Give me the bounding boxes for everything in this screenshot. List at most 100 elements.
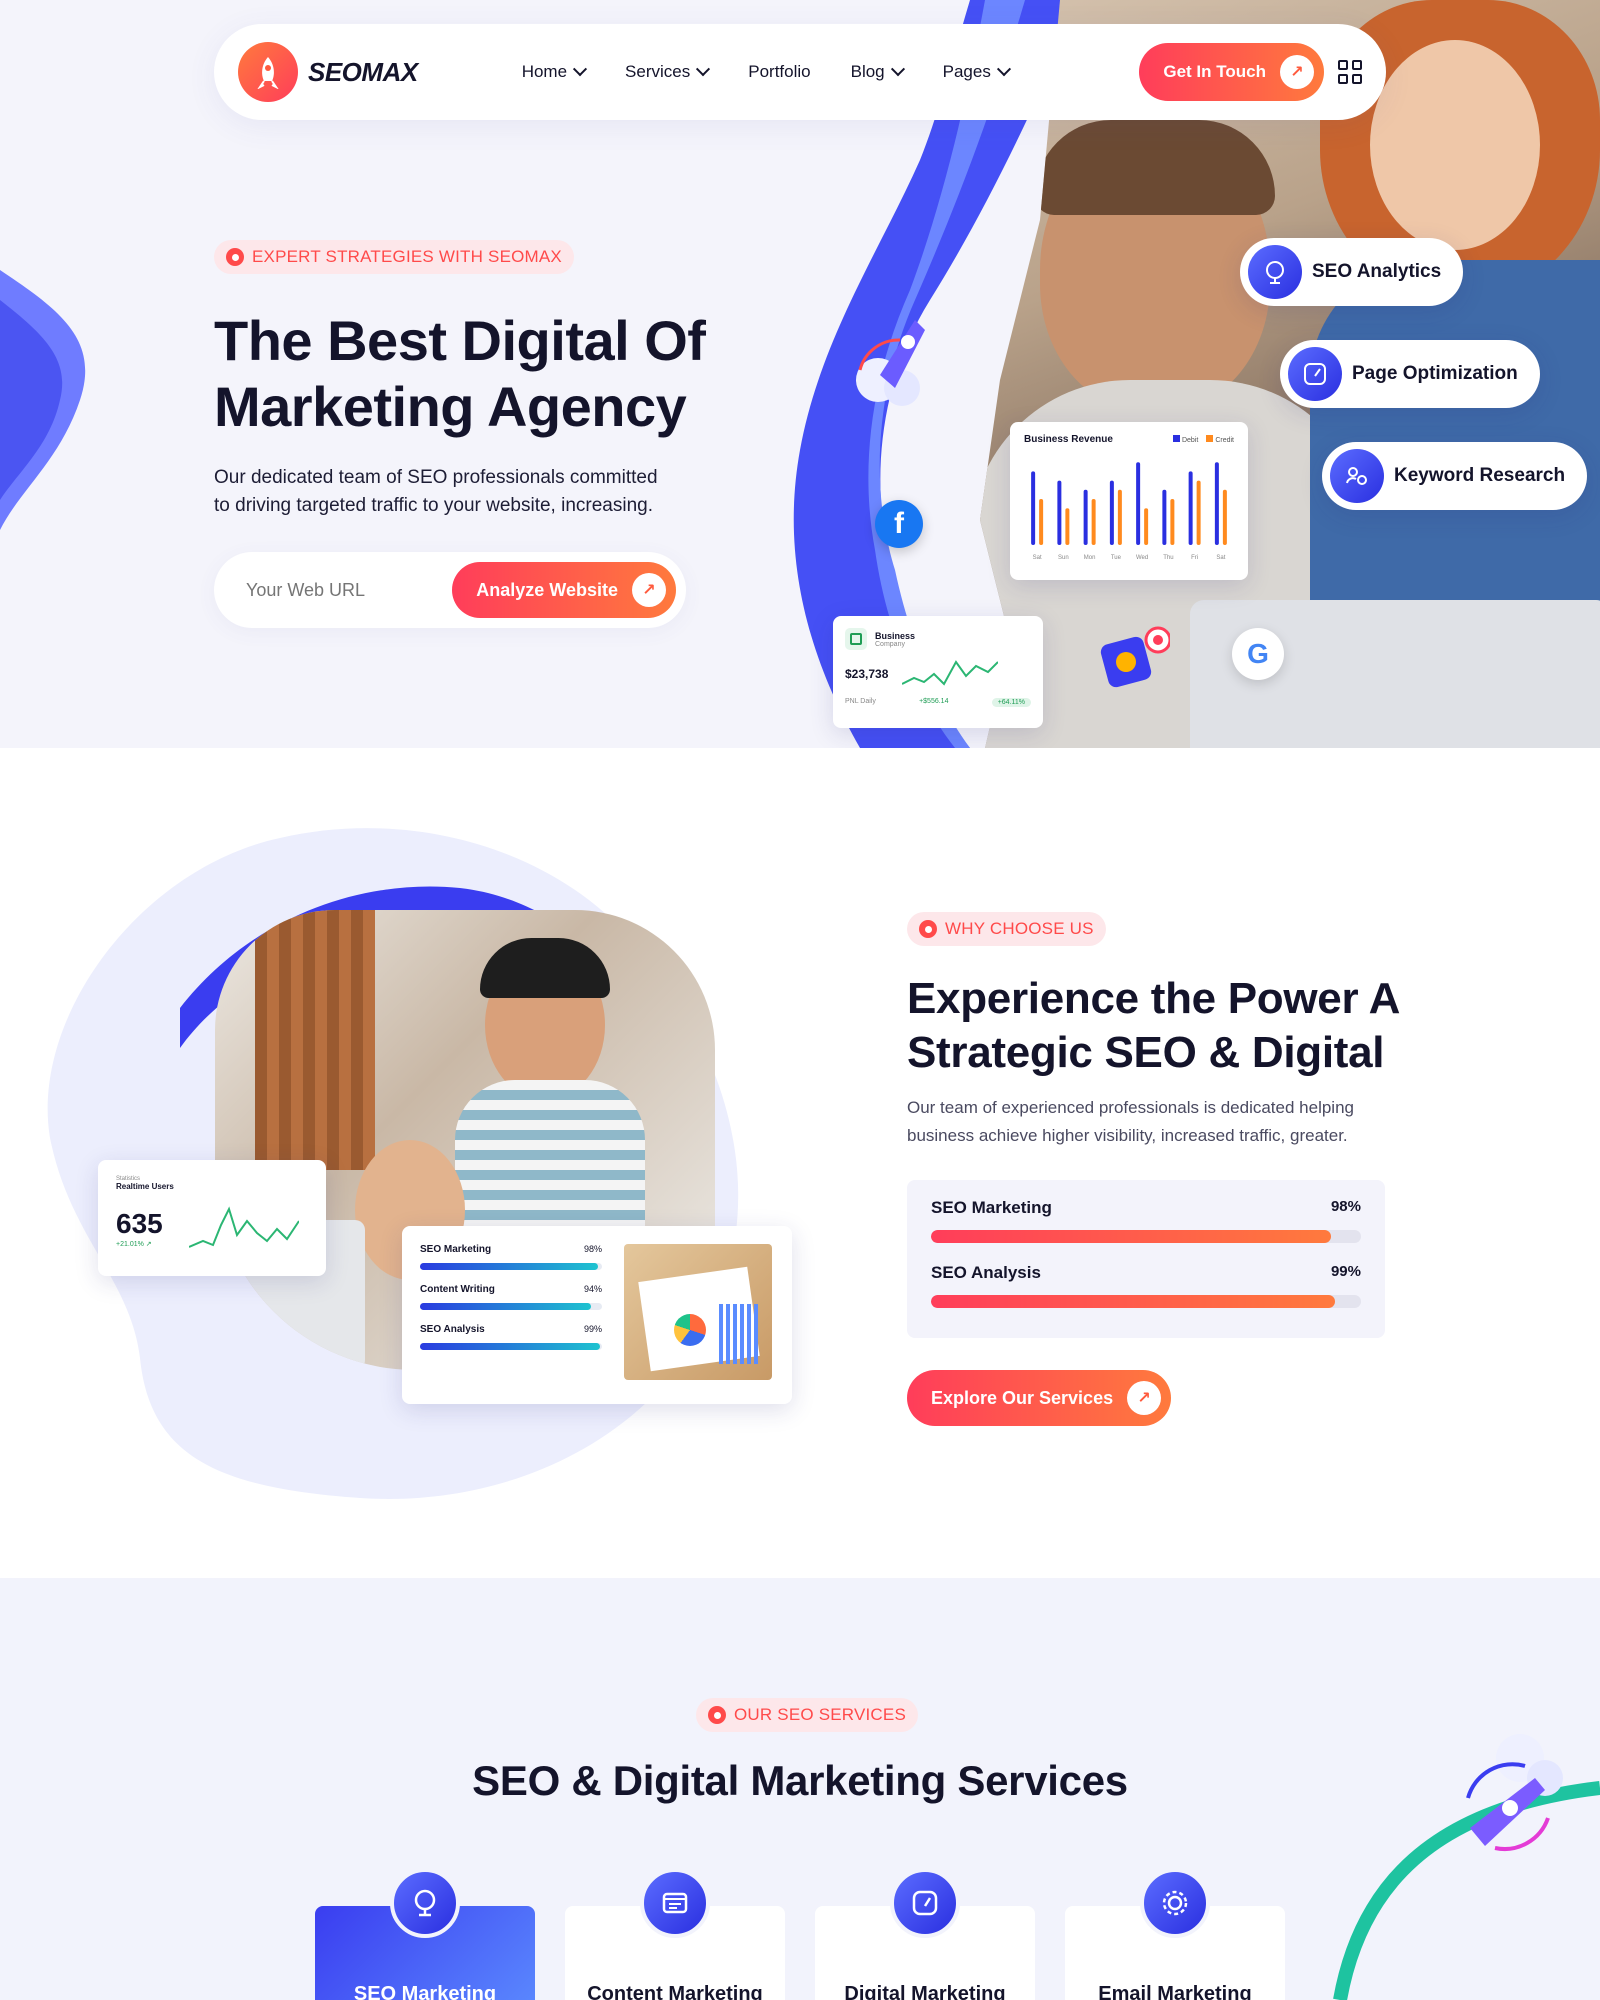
- content-icon: [640, 1868, 710, 1938]
- services-section: OUR SEO SERVICES SEO & Digital Marketing…: [0, 1578, 1600, 2000]
- business-sparkline: [902, 660, 999, 686]
- why-tag: WHY CHOOSE US: [907, 912, 1106, 946]
- skill-item: Content Writing 94%: [420, 1284, 602, 1310]
- progress-item-seo-analysis: SEO Analysis 99%: [931, 1263, 1361, 1308]
- arrow-up-right-icon: ↗: [1280, 55, 1314, 89]
- wave-decoration: [0, 270, 86, 530]
- bar-credit: [1091, 499, 1096, 545]
- analytics-image: [624, 1244, 772, 1380]
- stat-title: Realtime Users: [116, 1182, 174, 1191]
- analyze-website-button[interactable]: Analyze Website ↗: [452, 562, 676, 618]
- navbar: SEOMAX Home Services Portfolio Blog Page…: [214, 24, 1386, 120]
- nav-item-portfolio[interactable]: Portfolio: [748, 62, 810, 82]
- bar-debit: [1083, 489, 1088, 545]
- fire-icon: [919, 920, 937, 938]
- arrow-up-right-icon: ↗: [1127, 1381, 1162, 1415]
- why-choose-section: Statistics Realtime Users 635 +21.01% ↗ …: [0, 748, 1600, 1578]
- web-url-input[interactable]: [246, 579, 446, 601]
- grid-menu-icon[interactable]: [1338, 60, 1362, 84]
- bar-credit: [1222, 489, 1227, 545]
- bar-debit: [1188, 471, 1193, 545]
- google-icon: G: [1232, 628, 1284, 680]
- tick-label: Tue: [1111, 555, 1122, 561]
- skills-list: SEO Marketing 98% Content Writing 94% SEO …: [420, 1244, 602, 1386]
- progress-bar-fill: [931, 1295, 1336, 1308]
- business-subtitle: Company: [875, 640, 905, 648]
- why-description: Our team of experienced professionals is…: [907, 1098, 1354, 1145]
- realtime-sparkline: [188, 1206, 299, 1248]
- chevron-down-icon: [996, 62, 1011, 77]
- tick-label: Sat: [1033, 555, 1042, 561]
- globe-icon: [390, 1868, 460, 1938]
- business-title: Business: [875, 630, 916, 641]
- progress-bar-fill: [931, 1230, 1331, 1243]
- gauge-icon: [1288, 347, 1342, 401]
- tick-label: Wed: [1136, 555, 1148, 561]
- analyze-form: Analyze Website ↗: [214, 552, 686, 628]
- services-title: SEO & Digital Marketing Services: [472, 1757, 1128, 1804]
- pill-keyword-research: Keyword Research: [1322, 442, 1588, 510]
- hero-tag: EXPERT STRATEGIES WITH SEOMAX: [214, 240, 574, 274]
- tick-label: Thu: [1163, 555, 1173, 561]
- tick-label: Mon: [1084, 555, 1096, 561]
- business-percent: +64.11%: [991, 698, 1031, 707]
- gear-icon: [1140, 1868, 1210, 1938]
- business-label: PNL Daily: [845, 698, 876, 705]
- tick-label: Sun: [1058, 555, 1069, 561]
- users-search-icon: [1330, 449, 1384, 503]
- bar-credit: [1196, 480, 1201, 545]
- chevron-down-icon: [696, 62, 711, 77]
- business-change: +$556.14: [919, 698, 949, 705]
- nav-item-home[interactable]: Home: [522, 62, 588, 82]
- nav-item-services[interactable]: Services: [625, 62, 711, 82]
- bar-credit: [1144, 508, 1149, 545]
- main-menu: Home Services Portfolio Blog Pages: [522, 62, 1011, 82]
- pill-page-optimization: Page Optimization: [1280, 340, 1540, 408]
- legend-debit: Debit: [1181, 437, 1199, 444]
- skill-item: SEO Marketing 98%: [420, 1244, 602, 1270]
- progress-panel: SEO Marketing 98% SEO Analysis 99%: [907, 1180, 1385, 1338]
- arrow-up-right-icon: ↗: [632, 573, 666, 607]
- pill-seo-analytics: SEO Analytics: [1240, 238, 1464, 306]
- logo[interactable]: SEOMAX: [238, 42, 418, 102]
- legend-credit: Credit: [1215, 437, 1234, 444]
- chevron-down-icon: [890, 62, 905, 77]
- facebook-icon: f: [875, 500, 923, 548]
- bar-debit: [1162, 489, 1167, 545]
- why-title: Experience the Power A Strategic SEO & D…: [907, 974, 1401, 1077]
- nav-item-blog[interactable]: Blog: [851, 62, 905, 82]
- gauge-icon: [890, 1868, 960, 1938]
- revenue-bar-chart: Sat Sun Mon Tue Wed Thu Fri Sat: [1031, 462, 1227, 561]
- tick-label: Sat: [1216, 555, 1225, 561]
- bar-debit: [1057, 480, 1062, 545]
- tick-label: Fri: [1191, 555, 1198, 561]
- bar-debit: [1031, 471, 1036, 545]
- rocket-logo-icon: [238, 42, 298, 102]
- bar-debit: [1214, 462, 1219, 545]
- skill-item: SEO Analysis 99%: [420, 1324, 602, 1350]
- explore-services-button[interactable]: Explore Our Services ↗: [907, 1370, 1172, 1426]
- globe-icon: [1248, 245, 1302, 299]
- revenue-card-title: Business Revenue: [1024, 434, 1113, 445]
- hero-description: Our dedicated team of SEO professionals …: [214, 467, 658, 516]
- stat-value: 635: [116, 1208, 163, 1239]
- bar-debit: [1109, 480, 1114, 545]
- rocket-icon: [856, 320, 925, 406]
- get-in-touch-button[interactable]: Get In Touch ↗: [1139, 43, 1324, 101]
- target-icon: [1100, 626, 1170, 688]
- chevron-down-icon: [572, 62, 588, 77]
- skills-card: SEO Marketing 98% Content Writing 94% SEO …: [402, 1226, 792, 1404]
- bar-debit: [1136, 462, 1141, 545]
- business-amount: $23,738: [845, 667, 889, 681]
- realtime-users-card: Statistics Realtime Users 635 +21.01% ↗: [98, 1160, 326, 1276]
- fire-icon: [708, 1706, 726, 1724]
- business-card: Business Company $23,738 PNL Daily +$556…: [833, 616, 1043, 728]
- business-icon: [845, 628, 867, 650]
- hero-title: The Best Digital Of Marketing Agency: [214, 309, 706, 438]
- bar-credit: [1039, 499, 1044, 545]
- progress-item-seo-marketing: SEO Marketing 98%: [931, 1198, 1361, 1243]
- bar-credit: [1170, 499, 1175, 545]
- bar-credit: [1065, 508, 1070, 545]
- fire-icon: [226, 248, 244, 266]
- nav-item-pages[interactable]: Pages: [943, 62, 1011, 82]
